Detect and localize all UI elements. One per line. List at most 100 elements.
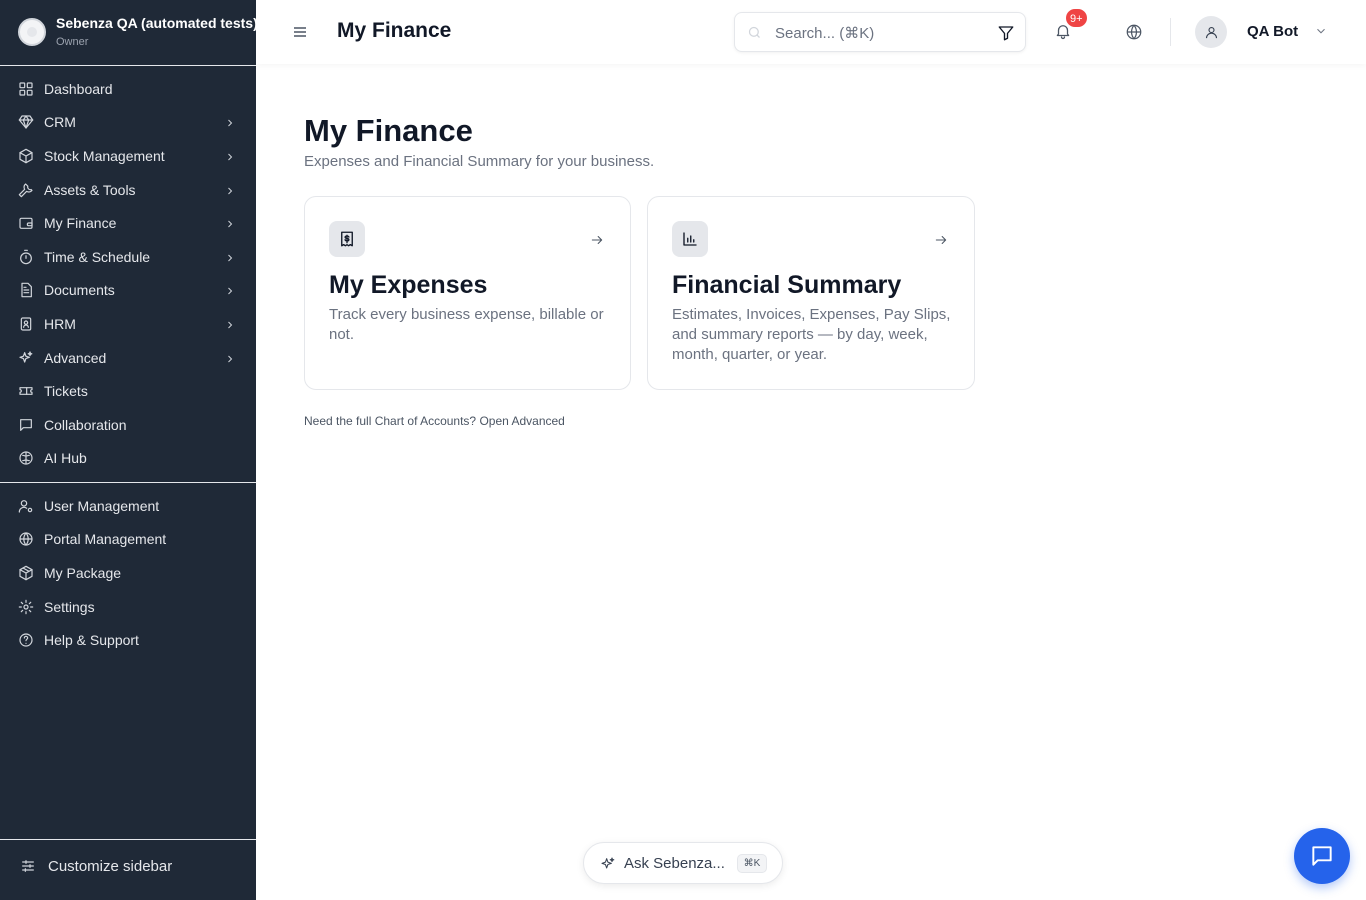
- message-icon: [18, 417, 34, 433]
- bar-chart-icon: [672, 221, 708, 257]
- sidebar-item-label: Dashboard: [44, 80, 113, 97]
- ticket-icon: [18, 383, 34, 399]
- org-avatar: [18, 18, 46, 46]
- user-name[interactable]: QA Bot: [1247, 23, 1298, 40]
- sidebar-item-collaboration[interactable]: Collaboration: [0, 408, 256, 442]
- chart-of-accounts-note: Need the full Chart of Accounts? Open Ad…: [304, 414, 565, 428]
- chevron-right-icon: [224, 116, 236, 128]
- sidebar-item-label: My Finance: [44, 215, 117, 232]
- user-avatar[interactable]: [1195, 16, 1227, 48]
- sidebar-item-advanced[interactable]: Advanced: [0, 341, 256, 375]
- chevron-down-icon[interactable]: [1314, 24, 1328, 38]
- brain-icon: [18, 450, 34, 466]
- chevron-right-icon: [224, 150, 236, 162]
- sidebar-item-dashboard[interactable]: Dashboard: [0, 72, 256, 106]
- sidebar-item-time-schedule[interactable]: Time & Schedule: [0, 240, 256, 274]
- document-icon: [18, 282, 34, 298]
- sidebar-main-nav: Dashboard CRM Stock Management Assets & …: [0, 72, 256, 475]
- page-title: My Finance: [304, 113, 473, 148]
- sidebar-item-portal-management[interactable]: Portal Management: [0, 523, 256, 557]
- gear-icon: [18, 599, 34, 615]
- sidebar-item-label: Collaboration: [44, 416, 127, 433]
- sidebar-item-ai-hub[interactable]: AI Hub: [0, 442, 256, 476]
- help-circle-icon: [18, 632, 34, 648]
- search-input[interactable]: [775, 21, 985, 45]
- sidebar-item-label: Time & Schedule: [44, 248, 151, 265]
- keyboard-shortcut: ⌘K: [737, 854, 767, 873]
- sparkles-icon: [18, 350, 34, 366]
- sidebar-item-user-management[interactable]: User Management: [0, 489, 256, 523]
- sidebar-item-label: Portal Management: [44, 531, 167, 548]
- chevron-right-icon: [224, 217, 236, 229]
- sidebar-item-label: Documents: [44, 282, 115, 299]
- sliders-icon: [20, 858, 36, 874]
- ask-sebenza-button[interactable]: Ask Sebenza... ⌘K: [583, 842, 783, 884]
- my-expenses-card[interactable]: My Expenses Track every business expense…: [304, 196, 631, 390]
- wrench-icon: [18, 182, 34, 198]
- sidebar-item-label: User Management: [44, 497, 160, 514]
- sidebar-item-assets-tools[interactable]: Assets & Tools: [0, 173, 256, 207]
- chevron-right-icon: [224, 318, 236, 330]
- header-divider: [1170, 18, 1171, 46]
- id-card-icon: [18, 316, 34, 332]
- receipt-dollar-icon: [329, 221, 365, 257]
- card-description: Track every business expense, billable o…: [329, 306, 604, 343]
- gem-icon: [18, 114, 34, 130]
- sidebar-item-label: Help & Support: [44, 632, 139, 649]
- chat-bubble-icon: [1312, 846, 1332, 866]
- chevron-right-icon: [224, 251, 236, 263]
- arrow-right-icon: [590, 233, 604, 247]
- sidebar-item-label: Settings: [44, 598, 95, 615]
- sidebar: Sebenza QA (automated tests) Owner Dashb…: [0, 0, 256, 900]
- sidebar-item-label: Tickets: [44, 383, 88, 400]
- sidebar-secondary-nav: User Management Portal Management My Pac…: [0, 489, 256, 657]
- card-title: Financial Summary: [672, 271, 902, 299]
- header-title: My Finance: [337, 19, 452, 42]
- customize-sidebar-button[interactable]: Customize sidebar: [0, 849, 256, 883]
- sidebar-item-label: HRM: [44, 315, 76, 332]
- sidebar-divider: [0, 482, 256, 483]
- sidebar-item-label: Assets & Tools: [44, 181, 136, 198]
- top-header: My Finance 9+ QA Bot: [256, 0, 1366, 64]
- org-name: Sebenza QA (automated tests): [56, 15, 256, 31]
- sidebar-item-stock-management[interactable]: Stock Management: [0, 139, 256, 173]
- ask-label: Ask Sebenza...: [624, 855, 725, 872]
- box-icon: [18, 148, 34, 164]
- sidebar-item-crm[interactable]: CRM: [0, 106, 256, 140]
- notification-badge: 9+: [1065, 8, 1088, 28]
- financial-summary-card[interactable]: Financial Summary Estimates, Invoices, E…: [647, 196, 975, 390]
- filter-icon[interactable]: [997, 24, 1015, 42]
- footnote-text: Need the full Chart of Accounts?: [304, 414, 477, 428]
- user-cog-icon: [18, 498, 34, 514]
- sidebar-item-help-support[interactable]: Help & Support: [0, 623, 256, 657]
- sidebar-item-label: Stock Management: [44, 147, 165, 164]
- card-title: My Expenses: [329, 271, 488, 299]
- sidebar-item-tickets[interactable]: Tickets: [0, 374, 256, 408]
- sidebar-item-label: Advanced: [44, 349, 107, 366]
- org-role: Owner: [56, 36, 89, 48]
- sidebar-item-hrm[interactable]: HRM: [0, 307, 256, 341]
- timer-icon: [18, 249, 34, 265]
- search-icon: [747, 25, 762, 40]
- chat-button[interactable]: [1294, 828, 1350, 884]
- sidebar-divider: [0, 839, 256, 840]
- menu-toggle-icon[interactable]: [292, 24, 308, 40]
- wallet-icon: [18, 215, 34, 231]
- language-globe-icon[interactable]: [1125, 23, 1143, 41]
- sidebar-item-my-package[interactable]: My Package: [0, 556, 256, 590]
- sidebar-item-label: CRM: [44, 114, 76, 131]
- chevron-right-icon: [224, 352, 236, 364]
- chevron-right-icon: [224, 184, 236, 196]
- sidebar-item-settings[interactable]: Settings: [0, 590, 256, 624]
- search-box[interactable]: [734, 12, 1026, 52]
- sidebar-item-label: My Package: [44, 564, 122, 581]
- sidebar-item-documents[interactable]: Documents: [0, 274, 256, 308]
- dashboard-icon: [18, 81, 34, 97]
- open-advanced-link[interactable]: Open Advanced: [479, 414, 564, 428]
- card-description: Estimates, Invoices, Expenses, Pay Slips…: [672, 306, 951, 363]
- arrow-right-icon: [934, 233, 948, 247]
- globe-icon: [18, 531, 34, 547]
- org-switcher[interactable]: Sebenza QA (automated tests) Owner: [0, 0, 256, 66]
- package-icon: [18, 565, 34, 581]
- sidebar-item-my-finance[interactable]: My Finance: [0, 206, 256, 240]
